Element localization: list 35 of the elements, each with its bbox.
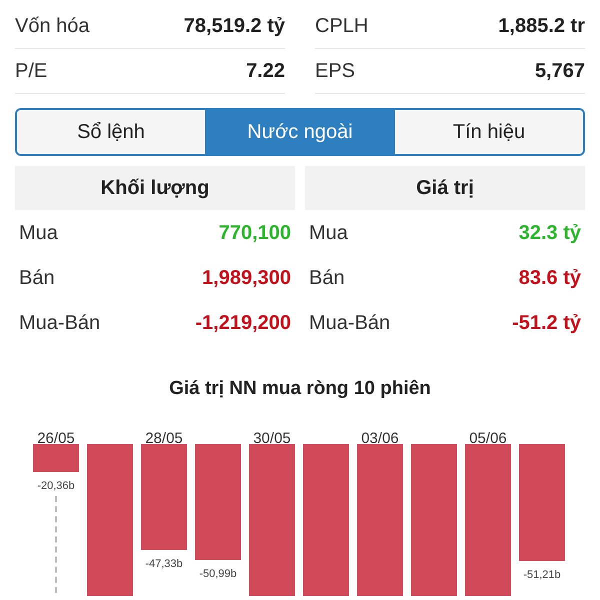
date-label: 03/06	[360, 428, 400, 448]
stat-label: CPLH	[315, 14, 368, 39]
row-value: -51.2 tỷ	[512, 310, 581, 336]
row-value: 770,100	[218, 220, 291, 246]
tab[interactable]: Tín hiệu	[394, 110, 583, 154]
value-label: -20,36b	[36, 478, 76, 494]
stat-value: 1,885.2 tr	[498, 14, 585, 39]
row-label: Bán	[309, 266, 345, 290]
stat-label: EPS	[315, 59, 356, 84]
date-label: 05/06	[468, 428, 508, 448]
value-label: -50,99b	[198, 567, 238, 582]
date-label: 30/05	[252, 428, 292, 448]
row-value: -1,219,200	[195, 310, 291, 336]
value-label: -47,33b	[144, 556, 184, 572]
date-label: 28/05	[144, 428, 184, 448]
row-label: Mua-Bán	[309, 310, 390, 336]
chart-title: Giá trị NN mua ròng 10 phiên	[169, 377, 431, 401]
row-label: Mua	[309, 220, 348, 246]
row-label: Mua-Bán	[19, 310, 100, 336]
date-label: 26/05	[36, 428, 76, 448]
stat-value: 7.22	[246, 59, 285, 84]
row-label: Mua	[19, 220, 58, 246]
table-header: Giá trị	[305, 166, 585, 210]
tab[interactable]: Sổ lệnh	[17, 110, 205, 154]
stat-label: P/E	[15, 59, 48, 84]
tab[interactable]: Nước ngoài	[205, 110, 394, 154]
stat-label: Vốn hóa	[15, 14, 90, 39]
stat-value: 5,767	[534, 59, 585, 84]
row-value: 1,989,300	[202, 266, 291, 290]
row-label: Bán	[19, 266, 55, 290]
stat-value: 78,519.2 tỷ	[184, 14, 285, 39]
row-value: 32.3 tỷ	[518, 220, 581, 246]
value-label: -51,21b	[522, 568, 562, 583]
row-value: 83.6 tỷ	[518, 266, 581, 290]
table-header: Khối lượng	[15, 166, 295, 210]
